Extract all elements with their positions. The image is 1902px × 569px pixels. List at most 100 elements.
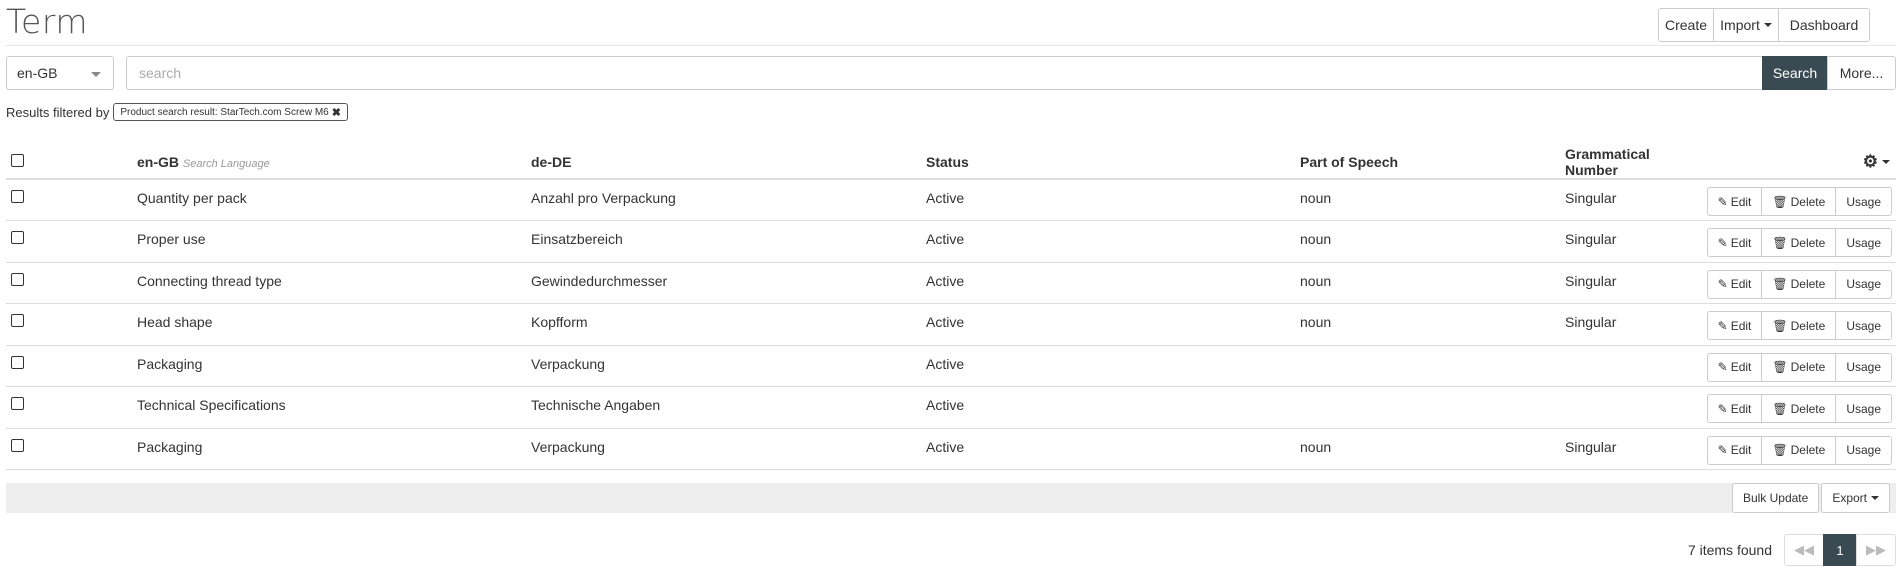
- term-status: Active: [926, 345, 1300, 387]
- more-options-button[interactable]: More...: [1827, 56, 1896, 90]
- page-number[interactable]: 1: [1823, 534, 1857, 566]
- term-part-of-speech: [1300, 386, 1565, 429]
- export-label: Export: [1832, 491, 1867, 505]
- term-grammatical-number: Singular: [1565, 303, 1701, 346]
- usage-label: Usage: [1846, 194, 1881, 209]
- trash-icon: 🗑: [1772, 235, 1788, 250]
- header-part-of-speech[interactable]: Part of Speech: [1300, 146, 1565, 180]
- gear-icon: ⚙: [1862, 152, 1878, 171]
- previous-page-icon[interactable]: ◀◀: [1784, 534, 1824, 566]
- export-button[interactable]: Export: [1821, 483, 1890, 513]
- pencil-icon: ✎: [1717, 235, 1728, 250]
- edit-label: Edit: [1730, 401, 1752, 416]
- usage-button[interactable]: Usage: [1835, 435, 1892, 465]
- trash-icon: 🗑: [1772, 194, 1788, 209]
- row-checkbox[interactable]: [11, 397, 24, 410]
- row-checkbox[interactable]: [11, 438, 24, 452]
- search-button[interactable]: Search: [1762, 56, 1828, 90]
- term-part-of-speech: noun: [1300, 428, 1565, 470]
- row-checkbox[interactable]: [11, 314, 24, 327]
- usage-button[interactable]: Usage: [1835, 352, 1892, 382]
- term-part-of-speech: noun: [1300, 220, 1565, 263]
- trash-icon: 🗑: [1772, 360, 1788, 374]
- term-source: Packaging: [137, 428, 531, 470]
- row-checkbox[interactable]: [11, 272, 24, 286]
- term-grammatical-number: Singular: [1565, 179, 1701, 221]
- edit-button[interactable]: ✎ Edit: [1706, 435, 1763, 465]
- delete-button[interactable]: 🗑 Delete: [1761, 187, 1837, 216]
- term-part-of-speech: noun: [1300, 303, 1565, 346]
- delete-button[interactable]: 🗑 Delete: [1761, 311, 1837, 340]
- term-source: Head shape: [137, 303, 531, 346]
- row-actions: ✎ Edit 🗑 Delete Usage: [1701, 394, 1896, 423]
- header-grammatical-number[interactable]: Grammatical Number: [1565, 146, 1701, 180]
- pencil-icon: ✎: [1717, 360, 1728, 374]
- term-part-of-speech: [1300, 345, 1565, 387]
- edit-button[interactable]: ✎ Edit: [1706, 187, 1763, 216]
- edit-button[interactable]: ✎ Edit: [1706, 228, 1763, 257]
- row-checkbox[interactable]: [11, 190, 24, 203]
- row-actions: ✎ Edit 🗑 Delete Usage: [1701, 435, 1896, 465]
- edit-label: Edit: [1730, 235, 1752, 250]
- close-icon[interactable]: ✖: [332, 106, 341, 119]
- usage-label: Usage: [1846, 235, 1881, 250]
- delete-button[interactable]: 🗑 Delete: [1761, 394, 1837, 423]
- header-status[interactable]: Status: [926, 146, 1300, 180]
- top-toolbar: Create Import Dashboard: [1658, 8, 1870, 42]
- edit-button[interactable]: ✎ Edit: [1706, 269, 1763, 299]
- trash-icon: 🗑: [1772, 277, 1788, 291]
- term-target: Anzahl pro Verpackung: [531, 179, 926, 221]
- page-title: Term: [6, 2, 88, 41]
- term-source: Quantity per pack: [137, 179, 531, 221]
- dashboard-button[interactable]: Dashboard: [1778, 8, 1870, 42]
- caret-down-icon: [1871, 496, 1879, 500]
- create-label: Create: [1664, 17, 1708, 33]
- terms-table: en-GB Search Language de-DE Status Part …: [6, 146, 1896, 470]
- usage-button[interactable]: Usage: [1835, 311, 1892, 340]
- delete-button[interactable]: 🗑 Delete: [1761, 228, 1837, 257]
- table-row: Connecting thread type Gewindedurchmesser…: [6, 262, 1896, 304]
- usage-button[interactable]: Usage: [1835, 228, 1892, 257]
- usage-button[interactable]: Usage: [1835, 187, 1892, 216]
- edit-button[interactable]: ✎ Edit: [1706, 311, 1763, 340]
- import-label: Import: [1720, 17, 1760, 33]
- edit-button[interactable]: ✎ Edit: [1706, 394, 1763, 423]
- delete-label: Delete: [1790, 360, 1826, 374]
- import-button[interactable]: Import: [1713, 8, 1779, 42]
- term-part-of-speech: noun: [1300, 179, 1565, 221]
- term-target: Gewindedurchmesser: [531, 262, 926, 304]
- pagination: ◀◀ 1 ▶▶: [1784, 534, 1896, 566]
- bulk-update-button[interactable]: Bulk Update: [1731, 483, 1820, 513]
- select-all-checkbox[interactable]: [11, 154, 24, 167]
- trash-icon: 🗑: [1772, 443, 1788, 457]
- row-actions: ✎ Edit 🗑 Delete Usage: [1701, 311, 1896, 340]
- usage-button[interactable]: Usage: [1835, 269, 1892, 299]
- filter-tag[interactable]: Product search result: StarTech.com Scre…: [113, 103, 348, 121]
- edit-button[interactable]: ✎ Edit: [1706, 352, 1763, 382]
- term-part-of-speech: noun: [1300, 262, 1565, 304]
- usage-label: Usage: [1846, 360, 1881, 374]
- usage-label: Usage: [1846, 401, 1881, 416]
- edit-label: Edit: [1730, 277, 1752, 291]
- search-input[interactable]: [126, 56, 1763, 90]
- next-page-icon[interactable]: ▶▶: [1856, 534, 1896, 566]
- delete-button[interactable]: 🗑 Delete: [1761, 269, 1837, 299]
- row-checkbox[interactable]: [11, 231, 24, 244]
- header-target-language[interactable]: de-DE: [531, 146, 926, 180]
- row-actions: ✎ Edit 🗑 Delete Usage: [1701, 187, 1896, 216]
- delete-label: Delete: [1790, 401, 1826, 416]
- delete-button[interactable]: 🗑 Delete: [1761, 352, 1837, 382]
- pencil-icon: ✎: [1717, 194, 1728, 209]
- table-row: Packaging Verpackung Active ✎ Edit 🗑 Delete Usa…: [6, 345, 1896, 387]
- header-source-label: en-GB: [137, 154, 179, 170]
- edit-label: Edit: [1730, 318, 1752, 333]
- delete-button[interactable]: 🗑 Delete: [1761, 435, 1837, 465]
- usage-button[interactable]: Usage: [1835, 394, 1892, 423]
- row-checkbox[interactable]: [11, 355, 24, 369]
- create-button[interactable]: Create: [1658, 8, 1714, 42]
- column-settings-button[interactable]: ⚙: [1701, 152, 1896, 172]
- language-select[interactable]: en-GB: [6, 56, 114, 90]
- term-source: Connecting thread type: [137, 262, 531, 304]
- term-status: Active: [926, 220, 1300, 263]
- header-source-language[interactable]: en-GB Search Language: [137, 146, 531, 180]
